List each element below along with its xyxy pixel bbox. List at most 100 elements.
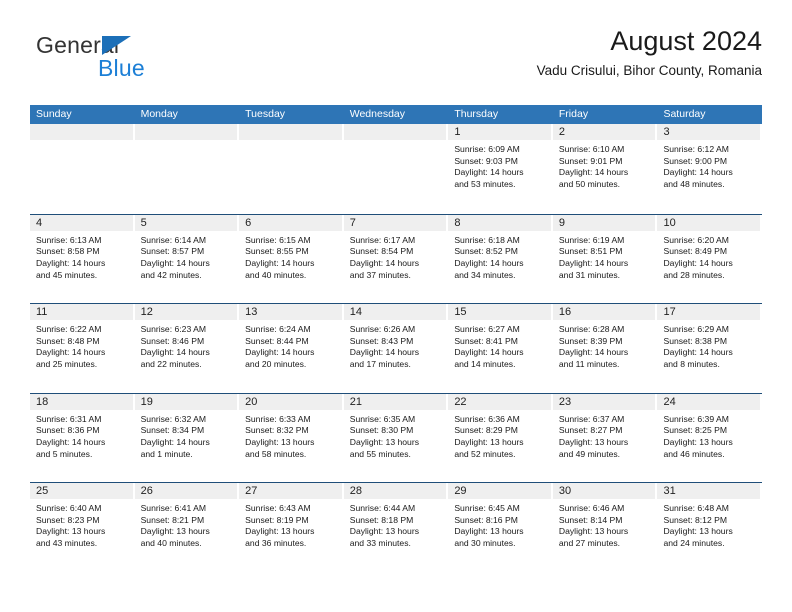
daylight-duration-line1: Daylight: 13 hours <box>454 526 524 537</box>
sunrise-time: Sunrise: 6:44 AM <box>349 503 416 513</box>
logo-triangle-icon <box>102 36 131 55</box>
day-sun-info: Sunrise: 6:31 AM Sunset: 8:36 PM Daylight:… <box>30 410 135 461</box>
calendar-day-cell[interactable]: 11 Sunrise: 6:22 AM Sunset: 8:48 PM Dayligh… <box>30 304 135 393</box>
day-number: 1 <box>454 126 461 138</box>
daylight-duration-line1: Daylight: 13 hours <box>558 436 629 447</box>
daylight-duration-line2: and 25 minutes. <box>36 359 98 370</box>
daylight-duration-line1: Daylight: 14 hours <box>454 167 524 178</box>
calendar-day-cell[interactable]: 27 Sunrise: 6:43 AM Sunset: 8:19 PM Dayligh… <box>239 483 344 572</box>
daylight-duration-line1: Daylight: 14 hours <box>140 347 210 358</box>
calendar-day-cell[interactable]: 18 Sunrise: 6:31 AM Sunset: 8:36 PM Dayligh… <box>30 393 135 482</box>
sunrise-time: Sunrise: 6:28 AM <box>558 324 625 334</box>
calendar-day-cell[interactable]: 12 Sunrise: 6:23 AM Sunset: 8:46 PM Dayligh… <box>134 304 240 393</box>
calendar-day-cell[interactable]: 14 Sunrise: 6:26 AM Sunset: 8:43 PM Dayligh… <box>343 304 449 393</box>
day-number: 30 <box>558 485 572 497</box>
calendar-day-cell[interactable]: 24 Sunrise: 6:39 AM Sunset: 8:25 PM Dayligh… <box>657 393 763 482</box>
calendar-day-cell[interactable]: 19 Sunrise: 6:32 AM Sunset: 8:34 PM Dayligh… <box>134 393 240 482</box>
calendar-day-cell[interactable]: 6 Sunrise: 6:15 AM Sunset: 8:55 PM Daylight… <box>239 214 344 303</box>
calendar-day-cell[interactable]: 7 Sunrise: 6:17 AM Sunset: 8:54 PM Daylight… <box>343 214 449 303</box>
day-sun-info: Sunrise: 6:24 AM Sunset: 8:44 PM Daylight:… <box>239 320 344 371</box>
weekday-header-friday: Friday <box>558 108 589 120</box>
sunset-time: Sunset: 8:16 PM <box>454 514 518 525</box>
daylight-duration-line2: and 36 minutes. <box>245 538 307 549</box>
daylight-duration-line2: and 40 minutes. <box>245 269 307 280</box>
calendar-day-cell-empty <box>134 124 240 214</box>
calendar-day-cell[interactable]: 28 Sunrise: 6:44 AM Sunset: 8:18 PM Dayligh… <box>343 483 449 572</box>
daylight-duration-line2: and 42 minutes. <box>140 269 202 280</box>
calendar-day-cell[interactable]: 4 Sunrise: 6:13 AM Sunset: 8:58 PM Daylight… <box>30 214 135 303</box>
calendar-day-cell[interactable]: 2 Sunrise: 6:10 AM Sunset: 9:01 PM Daylight… <box>552 124 658 214</box>
sunrise-time: Sunrise: 6:48 AM <box>663 503 729 513</box>
sunrise-time: Sunrise: 6:20 AM <box>663 234 729 245</box>
sunset-time: Sunset: 8:25 PM <box>663 425 728 436</box>
calendar-day-cell[interactable]: 1 Sunrise: 6:09 AM Sunset: 9:03 PM Daylight… <box>448 124 553 214</box>
sunrise-time: Sunrise: 6:39 AM <box>663 413 729 424</box>
daylight-duration-line2: and 48 minutes. <box>663 179 725 190</box>
daylight-duration-line2: and 8 minutes. <box>663 359 720 370</box>
day-number: 3 <box>663 126 670 138</box>
calendar-day-cell[interactable]: 26 Sunrise: 6:41 AM Sunset: 8:21 PM Dayligh… <box>134 483 240 572</box>
day-number-band <box>448 124 551 140</box>
daylight-duration-line1: Daylight: 13 hours <box>663 526 733 537</box>
day-number: 5 <box>140 216 147 229</box>
weekday-header-tuesday: Tuesday <box>245 108 286 120</box>
calendar-page: General Blue August 2024 Vadu Crisului, … <box>0 0 792 612</box>
daylight-duration-line2: and 55 minutes. <box>349 448 411 459</box>
day-number: 20 <box>245 395 258 408</box>
sunrise-time: Sunrise: 6:15 AM <box>245 234 311 245</box>
sunset-time: Sunset: 9:03 PM <box>454 155 518 166</box>
daylight-duration-line1: Daylight: 14 hours <box>454 257 524 268</box>
sunrise-time: Sunrise: 6:12 AM <box>663 144 729 154</box>
day-number: 15 <box>454 306 467 318</box>
daylight-duration-line1: Daylight: 13 hours <box>349 526 420 537</box>
sunset-time: Sunset: 9:00 PM <box>663 155 728 166</box>
sunset-time: Sunset: 8:57 PM <box>140 246 205 257</box>
calendar-day-cell[interactable]: 17 Sunrise: 6:29 AM Sunset: 8:38 PM Dayligh… <box>657 304 763 393</box>
daylight-duration-line2: and 22 minutes. <box>140 359 202 370</box>
calendar-week-row: 4 Sunrise: 6:13 AM Sunset: 8:58 PM Daylight… <box>30 213 763 303</box>
calendar-day-cell-empty <box>30 124 135 214</box>
calendar-day-cell[interactable]: 25 Sunrise: 6:40 AM Sunset: 8:23 PM Dayligh… <box>30 483 135 572</box>
calendar-day-cell[interactable]: 15 Sunrise: 6:27 AM Sunset: 8:41 PM Dayligh… <box>448 304 553 393</box>
daylight-duration-line1: Daylight: 14 hours <box>663 347 733 358</box>
calendar-day-cell[interactable]: 31 Sunrise: 6:48 AM Sunset: 8:12 PM Dayligh… <box>657 483 763 572</box>
sunset-time: Sunset: 8:21 PM <box>140 514 205 525</box>
calendar-grid: Sunday Monday Tuesday Wednesday Thursday… <box>30 105 763 572</box>
calendar-day-cell[interactable]: 22 Sunrise: 6:36 AM Sunset: 8:29 PM Dayligh… <box>448 393 553 482</box>
daylight-duration-line1: Daylight: 13 hours <box>349 436 420 447</box>
sunrise-time: Sunrise: 6:13 AM <box>36 234 102 245</box>
calendar-day-cell[interactable]: 23 Sunrise: 6:37 AM Sunset: 8:27 PM Dayligh… <box>552 393 658 482</box>
sunrise-time: Sunrise: 6:43 AM <box>245 503 311 513</box>
calendar-day-cell[interactable]: 9 Sunrise: 6:19 AM Sunset: 8:51 PM Daylight… <box>552 214 658 303</box>
calendar-day-cell[interactable]: 16 Sunrise: 6:28 AM Sunset: 8:39 PM Dayligh… <box>552 304 658 393</box>
calendar-day-cell[interactable]: 30 Sunrise: 6:46 AM Sunset: 8:14 PM Dayligh… <box>552 483 658 572</box>
daylight-duration-line1: Daylight: 13 hours <box>245 526 315 537</box>
calendar-day-cell[interactable]: 29 Sunrise: 6:45 AM Sunset: 8:16 PM Dayligh… <box>448 483 553 572</box>
day-number: 27 <box>245 485 258 497</box>
calendar-day-cell[interactable]: 8 Sunrise: 6:18 AM Sunset: 8:52 PM Daylight… <box>448 214 553 303</box>
calendar-day-cell[interactable]: 3 Sunrise: 6:12 AM Sunset: 9:00 PM Daylight… <box>657 124 763 214</box>
calendar-day-cell[interactable]: 5 Sunrise: 6:14 AM Sunset: 8:57 PM Daylight… <box>134 214 240 303</box>
sunrise-time: Sunrise: 6:46 AM <box>558 503 625 513</box>
sunset-time: Sunset: 8:18 PM <box>349 514 414 525</box>
general-blue-logo[interactable]: General Blue <box>36 34 236 92</box>
daylight-duration-line1: Daylight: 14 hours <box>36 257 106 268</box>
day-sun-info: Sunrise: 6:15 AM Sunset: 8:55 PM Daylight:… <box>239 231 344 282</box>
calendar-day-cell-empty <box>343 124 449 214</box>
sunset-time: Sunset: 8:54 PM <box>349 246 414 257</box>
calendar-day-cell[interactable]: 10 Sunrise: 6:20 AM Sunset: 8:49 PM Dayligh… <box>657 214 763 303</box>
daylight-duration-line1: Daylight: 14 hours <box>245 347 315 358</box>
daylight-duration-line1: Daylight: 14 hours <box>140 257 210 268</box>
day-number: 10 <box>663 216 676 229</box>
sunset-time: Sunset: 8:34 PM <box>140 425 205 436</box>
calendar-day-cell-empty <box>239 124 344 214</box>
weekday-header-saturday: Saturday <box>663 108 706 120</box>
calendar-day-cell[interactable]: 13 Sunrise: 6:24 AM Sunset: 8:44 PM Dayligh… <box>239 304 344 393</box>
daylight-duration-line1: Daylight: 14 hours <box>558 257 629 268</box>
calendar-day-cell[interactable]: 21 Sunrise: 6:35 AM Sunset: 8:30 PM Dayligh… <box>343 393 449 482</box>
calendar-day-cell[interactable]: 20 Sunrise: 6:33 AM Sunset: 8:32 PM Dayligh… <box>239 393 344 482</box>
daylight-duration-line1: Daylight: 13 hours <box>558 526 629 537</box>
sunrise-time: Sunrise: 6:41 AM <box>140 503 207 513</box>
sunrise-time: Sunrise: 6:37 AM <box>558 413 625 424</box>
day-number-band <box>239 214 342 231</box>
